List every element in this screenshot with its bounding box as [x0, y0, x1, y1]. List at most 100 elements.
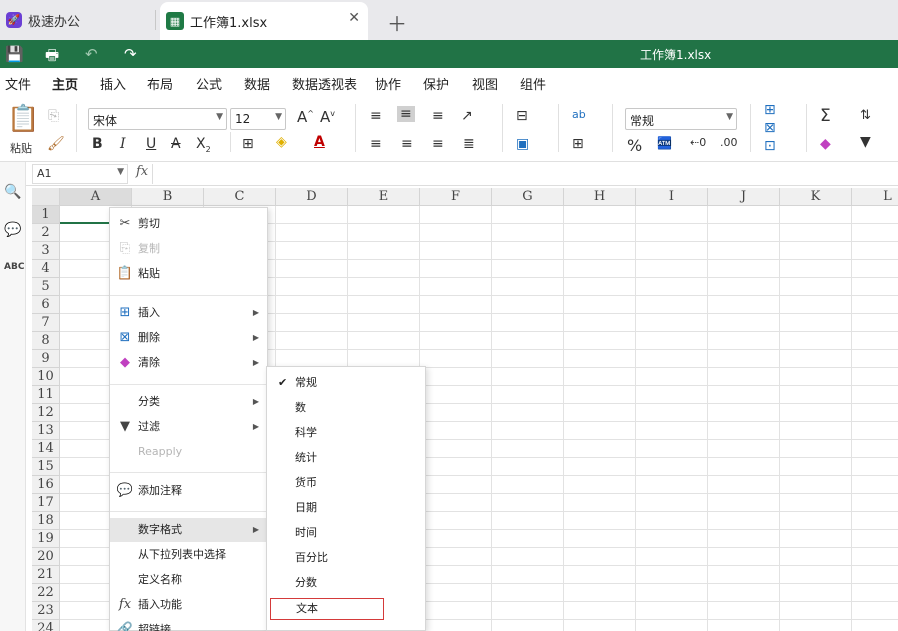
row-header[interactable]: 10 — [32, 368, 60, 386]
font-size-select[interactable]: 12 ▼ — [230, 108, 286, 130]
spellcheck-panel-icon[interactable]: ABC — [4, 262, 24, 272]
increase-font-icon[interactable]: A^ — [297, 108, 314, 126]
print-icon[interactable]: 🖶 — [45, 45, 59, 70]
fill-color-icon[interactable]: ◈ — [276, 134, 287, 150]
menu-number-format[interactable]: 数字格式 ▶ — [110, 518, 267, 542]
function-icon[interactable]: fx — [136, 164, 148, 179]
format-cells-icon[interactable]: ⊡ — [764, 138, 776, 154]
row-header[interactable]: 24 — [32, 620, 60, 631]
menu-home[interactable]: 主页 — [52, 74, 79, 99]
number-format-select[interactable]: 常规 ▼ — [625, 108, 737, 130]
filter-icon[interactable]: ▼ — [860, 134, 871, 150]
menu-layout[interactable]: 布局 — [147, 74, 173, 93]
menu-filter[interactable]: ▼ 过滤 ▶ — [110, 415, 267, 439]
underline-icon[interactable]: U — [146, 136, 156, 152]
row-header[interactable]: 4 — [32, 260, 60, 278]
row-header[interactable]: 22 — [32, 584, 60, 602]
increase-decimal-icon[interactable]: .00 — [720, 136, 738, 149]
tab-app-home[interactable]: 🚀 极速办公 — [0, 0, 150, 40]
menu-clear[interactable]: ◆ 清除 ▶ — [110, 351, 267, 375]
menu-paste[interactable]: 📋 粘贴 — [110, 262, 267, 286]
decrease-font-icon[interactable]: Av — [320, 108, 335, 126]
text-orientation-icon[interactable]: ↗ — [461, 108, 473, 124]
row-header[interactable]: 6 — [32, 296, 60, 314]
format-text[interactable]: 文本 — [270, 598, 384, 620]
format-fraction[interactable]: 分数 — [267, 571, 425, 595]
cell-merge-icon[interactable]: ⊞ — [572, 136, 584, 152]
cell-name-box[interactable]: A1 ▼ — [32, 164, 128, 184]
column-header[interactable]: C — [204, 188, 276, 206]
menu-collaborate[interactable]: 协作 — [375, 74, 401, 93]
insert-cells-icon[interactable]: ⊞ — [764, 102, 776, 118]
percent-icon[interactable]: % — [627, 136, 642, 155]
row-header[interactable]: 21 — [32, 566, 60, 584]
menu-insert-cells[interactable]: ⊞ 插入 ▶ — [110, 301, 267, 325]
menu-sort[interactable]: 分类 ▶ — [110, 390, 267, 414]
row-header[interactable]: 23 — [32, 602, 60, 620]
row-header[interactable]: 15 — [32, 458, 60, 476]
align-top-icon[interactable]: ≡ — [370, 108, 382, 124]
column-header[interactable]: B — [132, 188, 204, 206]
spell-check-icon[interactable]: ab — [572, 108, 586, 121]
menu-plugins[interactable]: 组件 — [520, 74, 546, 93]
column-header[interactable]: I — [636, 188, 708, 206]
menu-hyperlink[interactable]: 🔗 超链接 — [110, 618, 267, 631]
menu-file[interactable]: 文件 — [5, 74, 31, 93]
menu-reapply[interactable]: Reapply — [110, 440, 267, 464]
tab-document[interactable]: ▦ 工作簿1.xlsx ✕ — [160, 2, 368, 40]
row-header[interactable]: 19 — [32, 530, 60, 548]
menu-insert-function[interactable]: fx 插入功能 — [110, 593, 267, 617]
font-color-icon[interactable]: A — [314, 134, 325, 150]
copy-icon[interactable]: ⎘ — [48, 108, 59, 124]
menu-define-name[interactable]: 定义名称 — [110, 568, 267, 592]
delete-cells-icon[interactable]: ⊠ — [764, 120, 776, 136]
menu-data[interactable]: 数据 — [244, 74, 270, 93]
select-all-corner[interactable] — [32, 188, 60, 206]
format-currency[interactable]: 货币 — [267, 471, 425, 495]
column-header[interactable]: G — [492, 188, 564, 206]
strikethrough-icon[interactable]: A — [171, 136, 181, 152]
subscript-icon[interactable]: X2 — [196, 136, 211, 154]
align-middle-icon[interactable]: ≡ — [397, 106, 415, 122]
save-icon[interactable]: 💾 — [5, 45, 24, 63]
menu-copy[interactable]: ⎘ 复制 — [110, 237, 267, 261]
menu-insert[interactable]: 插入 — [100, 74, 126, 93]
menu-pick-from-list[interactable]: 从下拉列表中选择 — [110, 543, 267, 567]
row-header[interactable]: 16 — [32, 476, 60, 494]
row-header[interactable]: 2 — [32, 224, 60, 242]
menu-add-comment[interactable]: 💬 添加注释 — [110, 479, 267, 503]
autosum-icon[interactable]: Σ — [820, 106, 831, 126]
row-header[interactable]: 12 — [32, 404, 60, 422]
clear-icon[interactable]: ◆ — [820, 136, 831, 152]
format-percentage[interactable]: 百分比 — [267, 546, 425, 570]
menu-view[interactable]: 视图 — [472, 74, 498, 93]
menu-pivot-table[interactable]: 数据透视表 — [292, 74, 357, 93]
search-icon[interactable]: 🔍 — [4, 184, 21, 200]
row-header[interactable]: 14 — [32, 440, 60, 458]
menu-cut[interactable]: ✂ 剪切 — [110, 212, 267, 236]
format-accounting[interactable]: 统计 — [267, 446, 425, 470]
redo-icon[interactable]: ↷ — [124, 45, 137, 63]
close-tab-icon[interactable]: ✕ — [348, 10, 360, 26]
row-header[interactable]: 8 — [32, 332, 60, 350]
decrease-decimal-icon[interactable]: ⇠0 — [690, 136, 706, 149]
justify-icon[interactable]: ≣ — [463, 136, 475, 152]
new-tab-icon[interactable]: ＋ — [387, 8, 407, 37]
currency-format-icon[interactable]: 🏧 — [657, 136, 672, 150]
column-header[interactable]: H — [564, 188, 636, 206]
column-header[interactable]: J — [708, 188, 780, 206]
align-right-icon[interactable]: ≡ — [432, 136, 444, 152]
format-time[interactable]: 时间 — [267, 521, 425, 545]
column-header[interactable]: D — [276, 188, 348, 206]
row-header[interactable]: 11 — [32, 386, 60, 404]
row-header[interactable]: 5 — [32, 278, 60, 296]
bold-icon[interactable]: B — [92, 136, 103, 152]
undo-icon[interactable]: ↶ — [85, 45, 98, 63]
sort-icon[interactable]: ⇅ — [860, 108, 871, 123]
row-header[interactable]: 7 — [32, 314, 60, 332]
align-center-icon[interactable]: ≡ — [401, 136, 413, 152]
menu-protect[interactable]: 保护 — [423, 74, 449, 93]
format-scientific[interactable]: 科学 — [267, 421, 425, 445]
column-header[interactable]: E — [348, 188, 420, 206]
italic-icon[interactable]: I — [120, 136, 126, 152]
